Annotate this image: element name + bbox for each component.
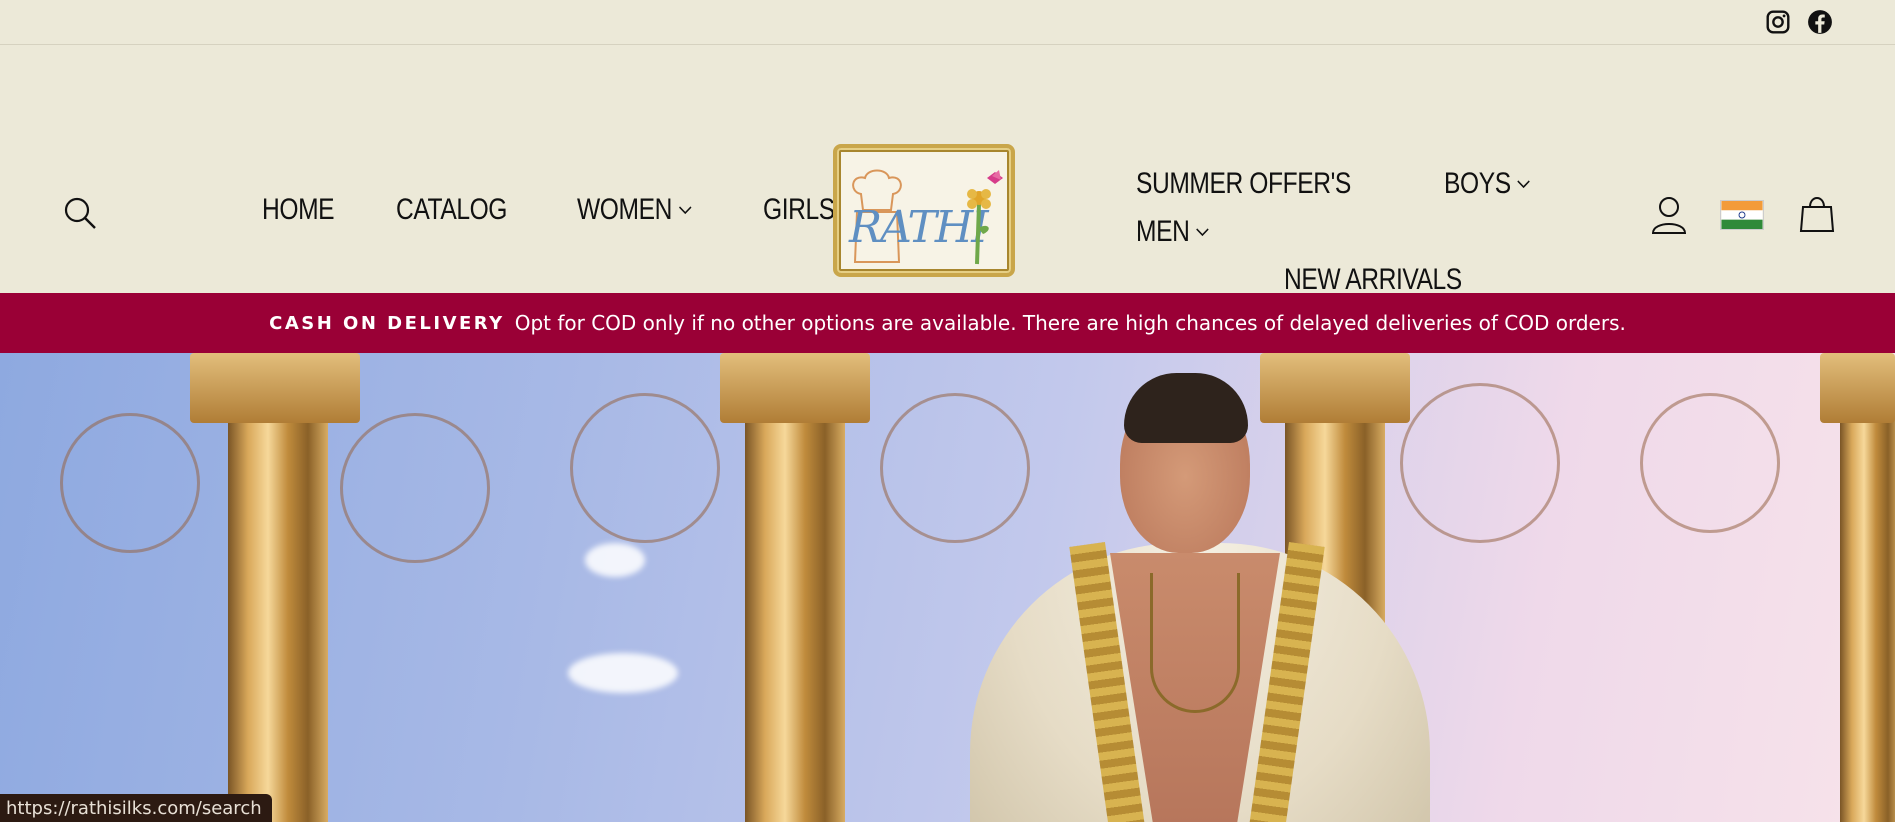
browser-status-url: https://rathisilks.com/search [0,794,272,822]
primary-nav-left: HOME CATALOG WOMEN GIRLS [262,193,875,227]
announcement-strong: CASH ON DELIVERY [269,312,505,334]
nav-label: NEW ARRIVALS [1284,263,1462,296]
hero-scrollwork [880,393,1030,543]
nav-item-boys[interactable]: BOYS [1444,167,1531,201]
hero-banner[interactable]: https://rathisilks.com/search [0,353,1895,822]
hero-pillar-capital [1820,353,1895,423]
hero-cloud [568,653,678,693]
hero-model-hair [1124,373,1248,443]
nav-label: BOYS [1444,167,1511,200]
nav-item-men[interactable]: MEN [1136,215,1209,249]
hero-pillar [1840,373,1895,822]
nav-item-home[interactable]: HOME [262,193,335,227]
hero-scrollwork [570,393,720,543]
primary-nav-right: SUMMER OFFER'S BOYS MEN NEW ARRIVALS [1136,167,1566,297]
hero-pillar-capital [720,353,870,423]
nav-item-new-arrivals[interactable]: NEW ARRIVALS [1284,263,1462,297]
chevron-down-icon [679,206,692,215]
hero-scrollwork [60,413,200,553]
facebook-icon[interactable] [1807,9,1833,35]
hero-scrollwork [1400,383,1560,543]
nav-item-summer-offers[interactable]: SUMMER OFFER'S [1136,167,1351,201]
announcement-bar: CASH ON DELIVERY Opt for COD only if no … [0,293,1895,353]
chevron-down-icon [1517,180,1531,189]
announcement-text: Opt for COD only if no other options are… [514,311,1626,335]
nav-label: SUMMER OFFER'S [1136,167,1351,200]
social-bar [0,0,1895,45]
nav-label: HOME [262,193,335,226]
nav-item-catalog[interactable]: CATALOG [396,193,507,227]
cart-icon[interactable] [1798,193,1836,233]
nav-item-women[interactable]: WOMEN [577,193,692,227]
nav-label: WOMEN [577,193,673,226]
site-logo[interactable]: RATHI [833,144,1015,277]
hero-pillar [745,373,845,822]
chevron-down-icon [1196,228,1209,237]
search-icon[interactable] [62,195,98,231]
nav-label: CATALOG [396,193,508,226]
flower-icon [967,170,1003,265]
hero-pillar-capital [190,353,360,423]
india-flag-icon[interactable] [1720,200,1764,230]
hero-scrollwork [1640,393,1780,533]
site-header: HOME CATALOG WOMEN GIRLS RATHI SUMMER OF… [0,45,1895,296]
hero-pillar [228,373,328,822]
hero-model-necklace [1150,573,1240,713]
hero-scrollwork [340,413,490,563]
nav-label: MEN [1136,215,1190,248]
instagram-icon[interactable] [1765,9,1791,35]
nav-label: GIRLS [763,193,836,226]
hero-pillar-capital [1260,353,1410,423]
account-icon[interactable] [1650,195,1688,235]
hero-cloud [585,543,645,577]
